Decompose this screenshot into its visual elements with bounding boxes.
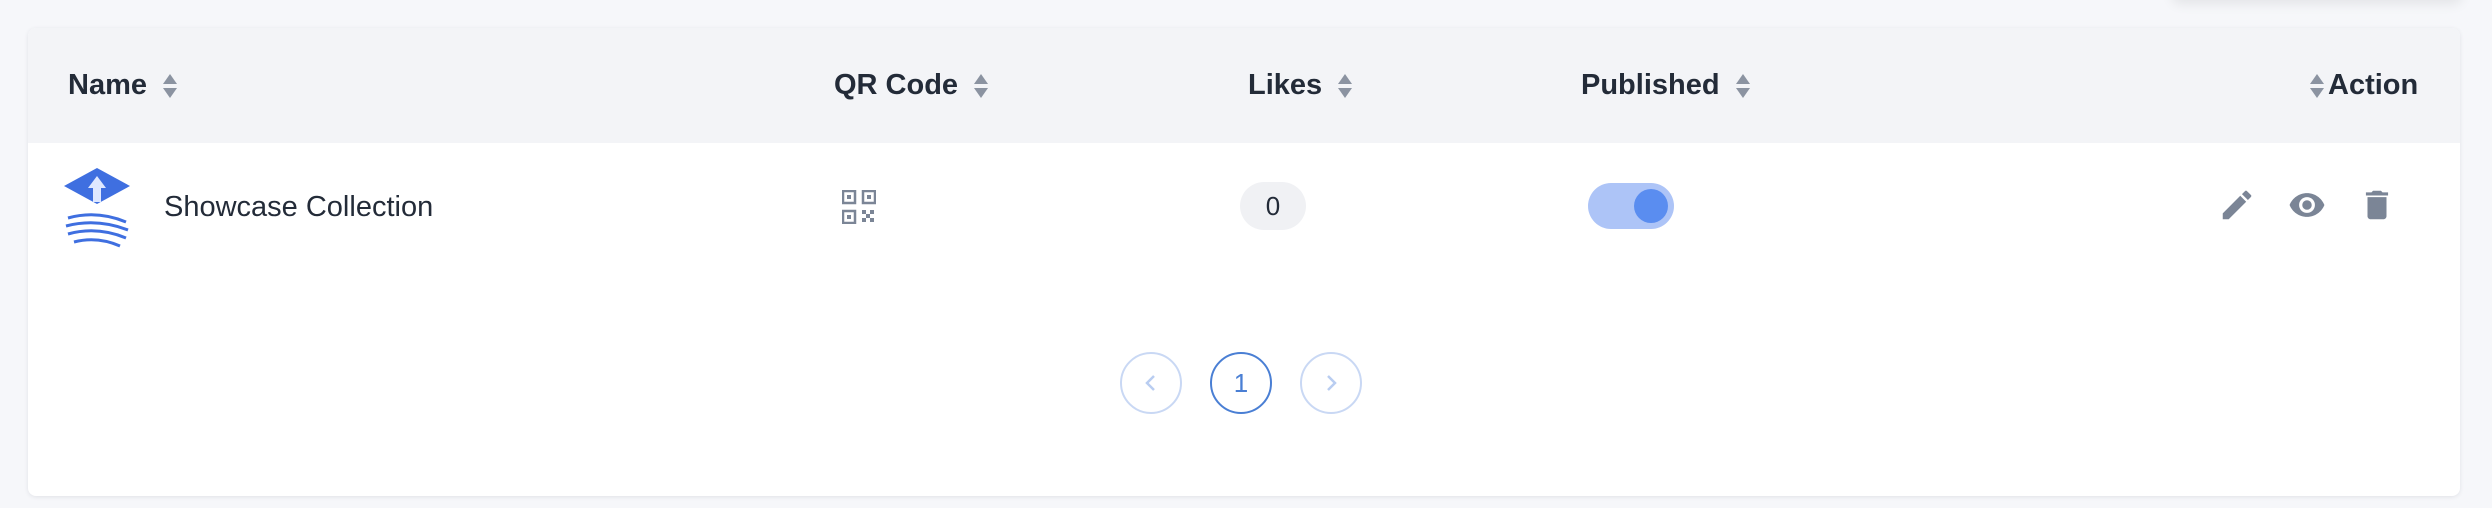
column-header-name[interactable]: Name [68,28,177,143]
column-header-qr-code[interactable]: QR Code [834,28,989,143]
chevron-right-icon [1327,375,1337,391]
sort-icon[interactable] [1735,73,1750,98]
column-label-name: Name [68,69,147,101]
page-number: 1 [1233,367,1249,398]
sort-icon[interactable] [974,73,989,98]
edit-icon[interactable] [2218,186,2256,224]
qr-code-icon[interactable] [842,190,876,224]
column-label-action: Action [2328,69,2419,101]
pagination-next-button[interactable] [1300,352,1362,414]
pagination-page-1[interactable]: 1 [1210,352,1272,414]
column-header-action[interactable]: Action [2310,28,2418,143]
collection-logo-icon [64,168,130,248]
published-toggle[interactable] [1588,183,1674,229]
pagination-prev-button[interactable] [1120,352,1182,414]
chevron-left-icon [1145,375,1155,391]
column-label-likes: Likes [1248,69,1323,101]
column-header-likes[interactable]: Likes [1248,28,1353,143]
sort-icon[interactable] [1338,73,1353,98]
column-header-published[interactable]: Published [1581,28,1750,143]
column-label-qr-code: QR Code [834,69,959,101]
toggle-knob [1634,189,1668,223]
column-label-published: Published [1581,69,1720,101]
view-icon[interactable] [2288,186,2326,224]
table-header: Name QR Code Likes Published Action [28,28,2460,143]
sort-icon[interactable] [163,73,177,98]
delete-icon[interactable] [2358,186,2396,224]
collections-table-card: Name QR Code Likes Published Action Show… [28,28,2460,496]
likes-count-badge: 0 [1240,182,1306,230]
sort-icon[interactable] [2310,73,2324,98]
collection-name[interactable]: Showcase Collection [164,191,433,224]
